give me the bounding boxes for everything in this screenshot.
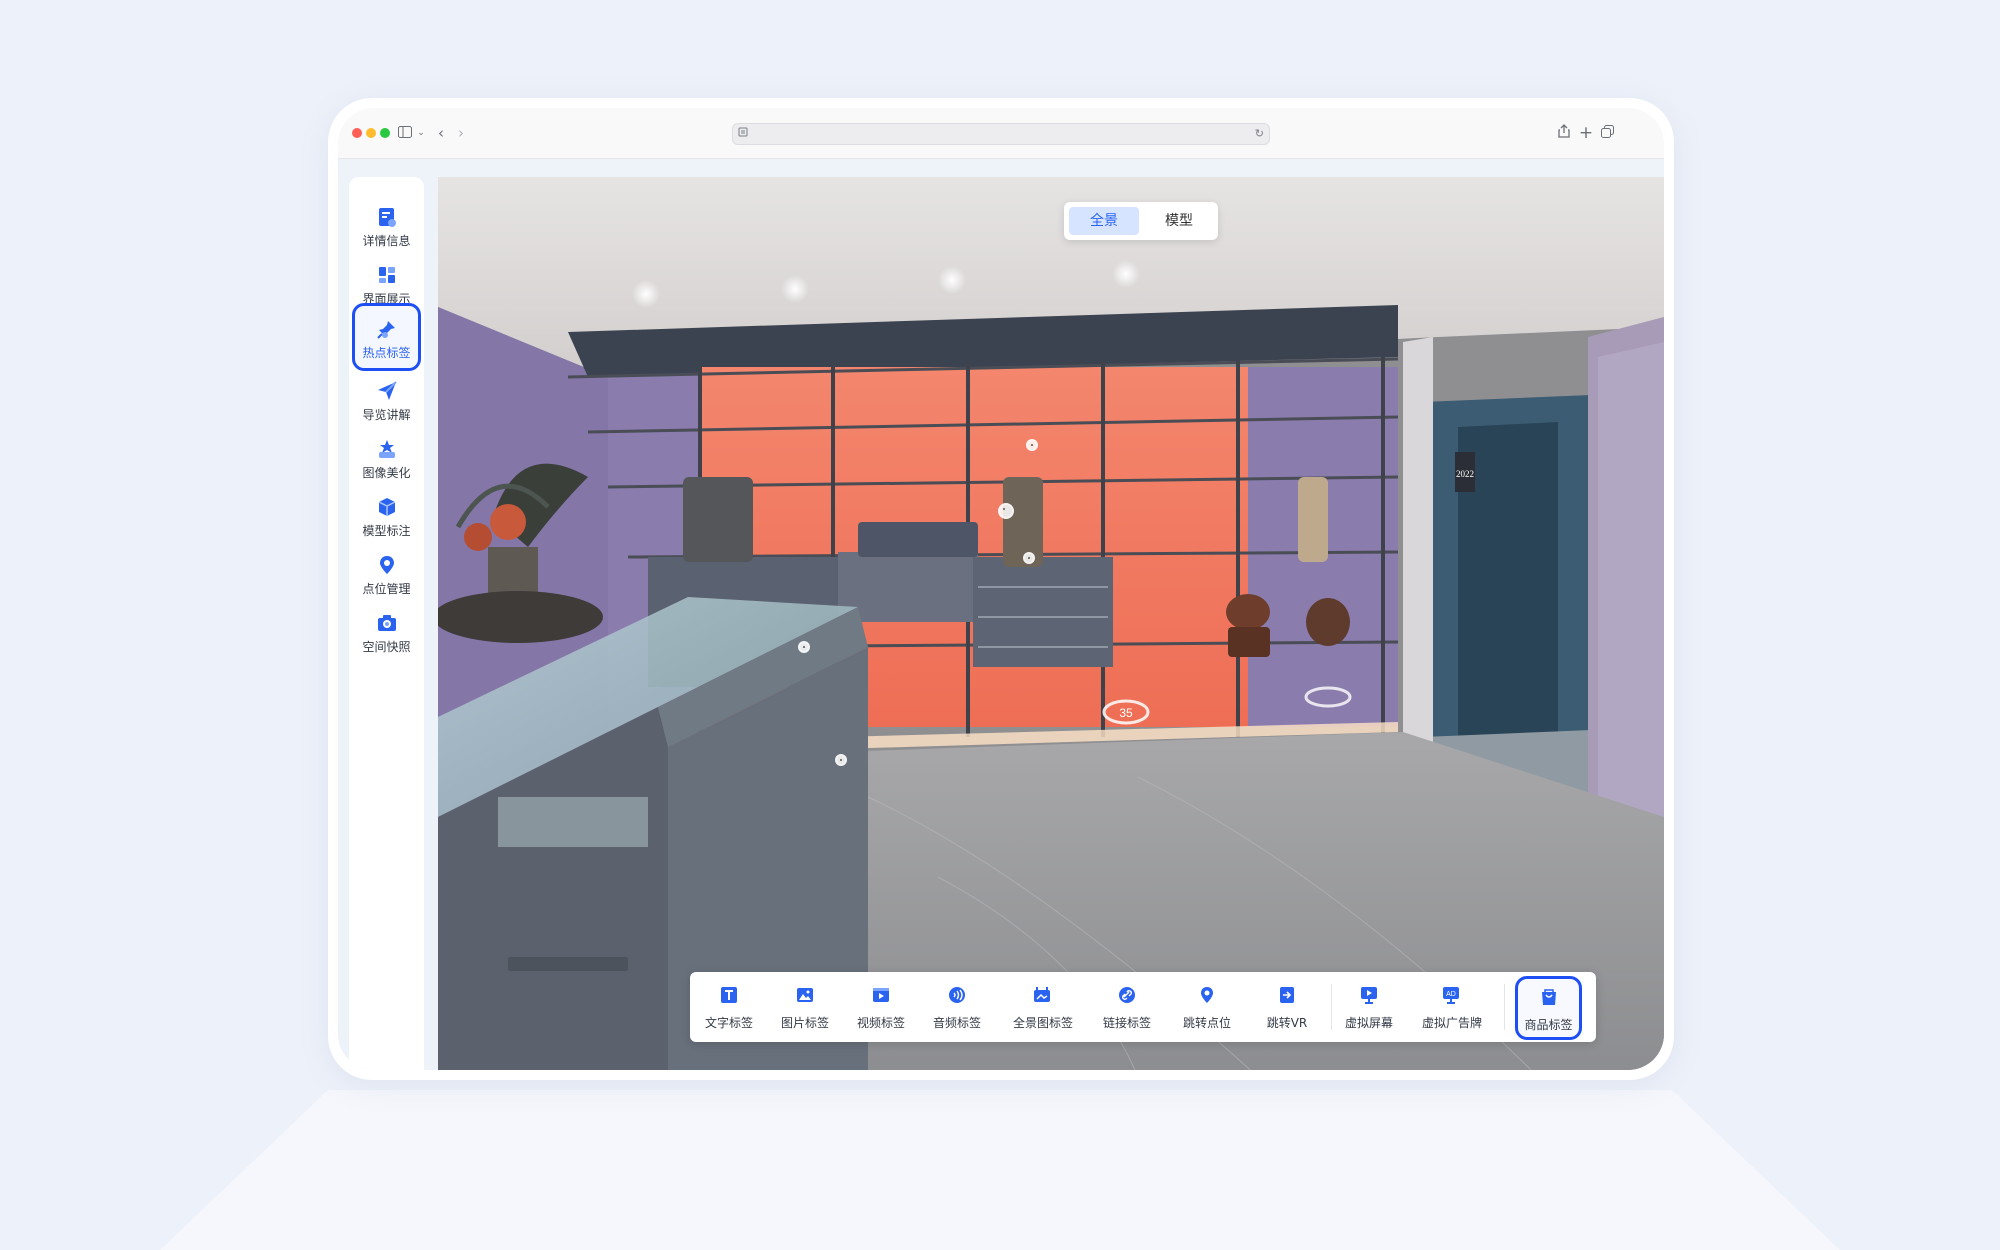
tag-label: 文字标签 [704,1016,753,1030]
panorama-viewer[interactable]: 35 2022 全景 模型 文字标签 图片标签 视频标签 音频标签 全景图标签 … [438,177,1664,1070]
tag-label: 音频标签 [932,1016,981,1030]
wall-sign-text: 2022 [1456,469,1474,479]
sidebar-item-label: 图像美化 [362,466,411,480]
maximize-window-button[interactable] [380,128,390,138]
sidebar-item-label: 点位管理 [362,582,411,596]
hotspot-marker[interactable] [798,641,810,653]
tab-panorama[interactable]: 全景 [1069,207,1139,235]
hotspot-tag-toolbar: 文字标签 图片标签 视频标签 音频标签 全景图标签 链接标签 跳转点位 跳转VR… [690,972,1596,1042]
tag-text-button[interactable]: 文字标签 [705,972,753,1042]
tag-label: 虚拟屏幕 [1344,1016,1393,1030]
audio-icon [949,987,965,1003]
svg-text:AD: AD [1446,991,1456,998]
sidebar-item-label: 导览讲解 [362,408,411,422]
forward-icon[interactable]: › [454,122,468,144]
tag-label: 链接标签 [1102,1016,1151,1030]
ad-board-icon: AD [1443,987,1459,1004]
tag-jump-point-button[interactable]: 跳转点位 [1183,972,1231,1042]
panorama-icon [1034,987,1050,1002]
browser-toolbar: ⌄ ‹ › ↻ + [338,108,1664,159]
camera-icon [378,615,396,631]
image-enhance-icon [379,440,395,458]
tag-label: 跳转点位 [1182,1016,1231,1030]
sidebar-item-hotspot-tags[interactable]: 热点标签 [352,303,421,371]
shopping-bag-icon [1542,989,1556,1005]
layout-icon [379,267,395,283]
image-icon [797,988,813,1002]
reload-icon[interactable]: ↻ [1255,125,1264,143]
paper-plane-icon [378,381,397,400]
sidebar-item-space-snapshot[interactable]: 空间快照 [352,597,421,665]
chevron-down-icon[interactable]: ⌄ [416,122,426,144]
tag-video-button[interactable]: 视频标签 [857,972,905,1042]
hotspot-marker[interactable] [998,503,1014,519]
panorama-scene: 35 2022 [438,177,1664,1070]
tab-model[interactable]: 模型 [1144,207,1214,235]
page-settings-icon[interactable] [738,125,748,143]
view-mode-toggle: 全景 模型 [1064,202,1218,240]
cube-icon [378,498,396,516]
location-icon [380,556,394,574]
sidebar-item-label: 模型标注 [362,524,411,538]
new-tab-icon[interactable]: + [1578,122,1594,144]
tag-label: 图片标签 [780,1016,829,1030]
tag-label: 视频标签 [856,1016,905,1030]
editor-app: 详情信息 界面展示 热点标签 导览讲解 图像美化 模型标注 点位管理 空间快照 … [338,159,1664,1070]
back-icon[interactable]: ‹ [434,122,448,144]
device-stand [160,1090,1840,1250]
tag-panorama-button[interactable]: 全景图标签 [1013,972,1073,1042]
hotspot-marker[interactable] [1026,439,1038,451]
sidebar-item-label: 空间快照 [362,640,411,654]
tag-label: 全景图标签 [1013,1016,1074,1030]
floor-marker-label: 35 [1119,706,1133,720]
tag-jump-vr-button[interactable]: 跳转VR [1267,972,1307,1042]
sidebar-toggle-icon[interactable] [396,122,414,144]
device-frame: ⌄ ‹ › ↻ + 详情信息 界面展示 热点标签 导览讲解 图像美化 模型标注 … [328,98,1674,1080]
tag-label: 商品标签 [1524,1018,1573,1032]
sidebar-item-label: 热点标签 [362,346,411,360]
location-pin-icon [1201,987,1213,1003]
editor-sidebar: 详情信息 界面展示 热点标签 导览讲解 图像美化 模型标注 点位管理 空间快照 [349,177,424,1070]
pin-icon [377,321,395,339]
text-icon [721,987,737,1003]
tag-audio-button[interactable]: 音频标签 [933,972,981,1042]
tag-virtual-billboard-button[interactable]: AD 虚拟广告牌 [1422,972,1482,1042]
sidebar-item-label: 详情信息 [362,234,411,248]
toolbar-divider [1504,984,1505,1030]
document-icon [379,208,396,227]
address-bar[interactable]: ↻ [732,123,1270,145]
hotspot-marker[interactable] [1023,552,1035,564]
tabs-overview-icon[interactable] [1599,122,1615,144]
link-icon [1119,987,1135,1003]
video-icon [873,988,889,1002]
vr-jump-icon [1280,987,1294,1003]
hotspot-marker[interactable] [835,754,847,766]
tag-link-button[interactable]: 链接标签 [1103,972,1151,1042]
toolbar-divider [1331,984,1332,1030]
tag-image-button[interactable]: 图片标签 [781,972,829,1042]
close-window-button[interactable] [352,128,362,138]
minimize-window-button[interactable] [366,128,376,138]
screen-icon [1361,987,1377,1004]
tag-label: 跳转VR [1266,1016,1308,1030]
tag-label: 虚拟广告牌 [1422,1016,1483,1030]
share-icon[interactable] [1556,122,1572,144]
tag-product-button[interactable]: 商品标签 [1515,976,1582,1040]
tag-virtual-screen-button[interactable]: 虚拟屏幕 [1345,972,1393,1042]
browser-window: ⌄ ‹ › ↻ + 详情信息 界面展示 热点标签 导览讲解 图像美化 模型标注 … [338,108,1664,1070]
